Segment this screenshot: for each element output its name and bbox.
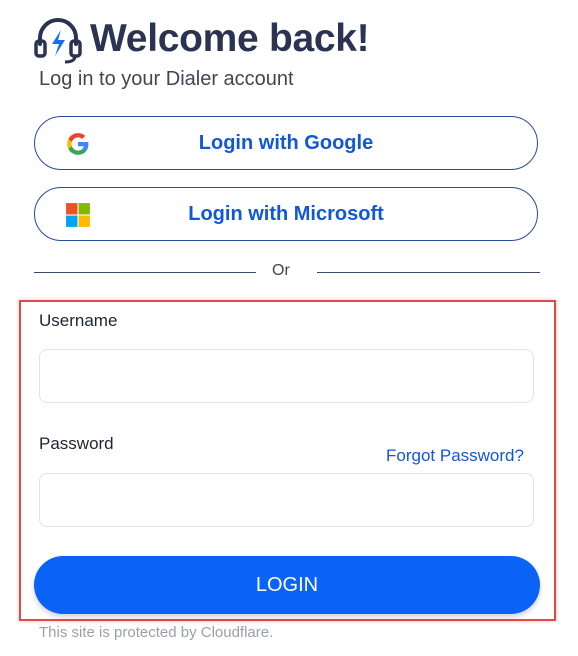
forgot-password-link[interactable]: Forgot Password? [386,446,524,466]
divider-line-right [317,272,540,273]
or-divider: Or [34,262,540,282]
login-with-google-button[interactable]: Login with Google [34,116,538,170]
cloudflare-notice: This site is protected by Cloudflare. [39,624,274,641]
divider-text: Or [272,262,290,279]
username-input[interactable] [39,349,534,403]
password-input[interactable] [39,473,534,527]
page-title: Welcome back! [90,17,370,60]
login-button[interactable]: LOGIN [34,556,540,614]
login-with-google-label: Login with Google [198,131,374,154]
divider-line-left [34,272,256,273]
username-label: Username [39,311,118,330]
login-with-microsoft-button[interactable]: Login with Microsoft [34,187,538,241]
login-with-microsoft-label: Login with Microsoft [188,202,384,225]
header: Welcome back! [34,14,370,64]
password-label: Password [39,434,114,453]
microsoft-icon [66,203,90,227]
google-icon [67,133,89,155]
headset-lightning-icon [34,18,82,64]
page-subtitle: Log in to your Dialer account [39,68,294,90]
